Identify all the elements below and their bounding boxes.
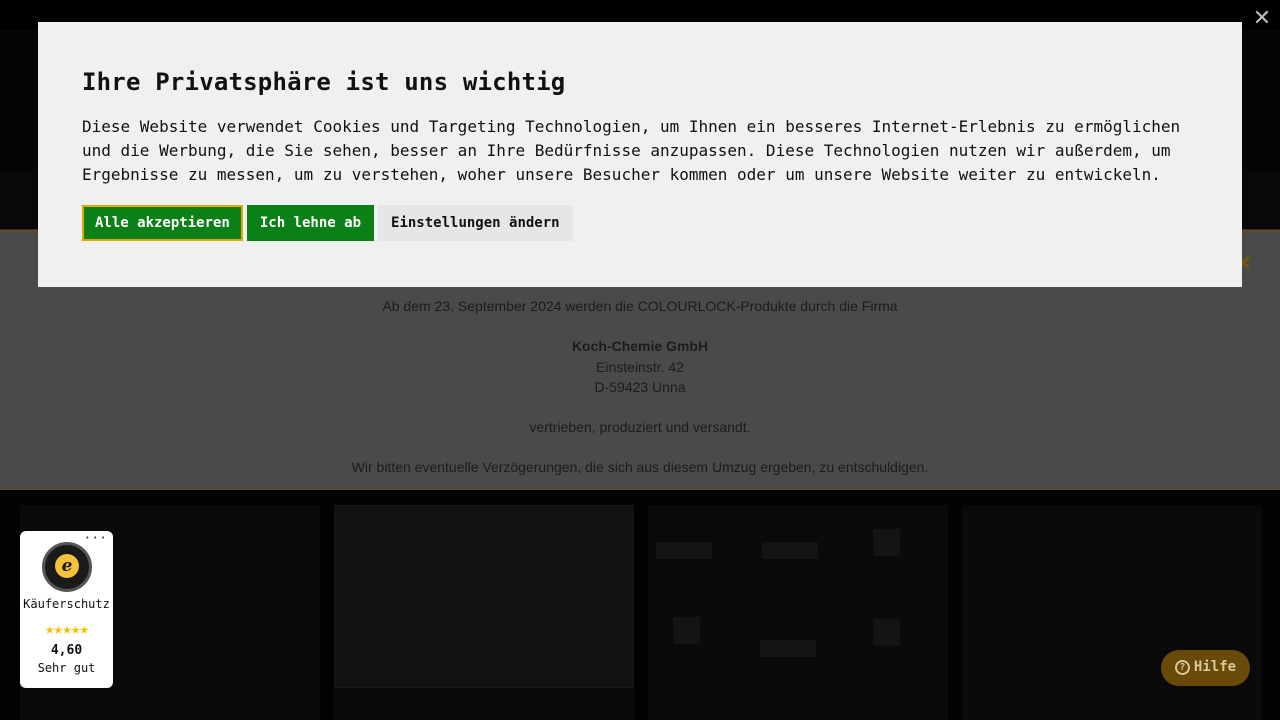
change-settings-button[interactable]: Einstellungen ändern xyxy=(378,205,573,241)
trusted-shops-badge[interactable]: ··· e Käuferschutz ★★★★★ 4,60 Sehr gut xyxy=(20,531,113,688)
reject-button[interactable]: Ich lehne ab xyxy=(246,205,375,241)
cookie-title: Ihre Privatsphäre ist uns wichtig xyxy=(82,68,566,96)
cookie-description: Diese Website verwendet Cookies und Targ… xyxy=(82,117,1181,184)
help-icon: ? xyxy=(1174,659,1190,675)
rating-stars-icon: ★★★★★ xyxy=(44,619,89,638)
more-options-icon[interactable]: ··· xyxy=(84,531,107,546)
rating-text: Sehr gut xyxy=(37,661,96,675)
cookie-buttons: Alle akzeptieren Ich lehne ab Einstellun… xyxy=(82,205,573,241)
rating-score: 4,60 xyxy=(50,643,83,658)
overlay-close-icon[interactable]: ✕ xyxy=(1250,6,1274,30)
accept-all-button[interactable]: Alle akzeptieren xyxy=(82,205,243,241)
help-button[interactable]: ? Hilfe xyxy=(1161,650,1250,686)
buyer-protection-label: Käuferschutz xyxy=(23,597,110,611)
help-label: Hilfe xyxy=(1193,659,1237,675)
cookie-consent-dialog: Ihre Privatsphäre ist uns wichtig Diese … xyxy=(38,22,1242,287)
trusted-shops-seal-icon: e xyxy=(42,542,92,592)
seal-letter: e xyxy=(55,554,79,578)
